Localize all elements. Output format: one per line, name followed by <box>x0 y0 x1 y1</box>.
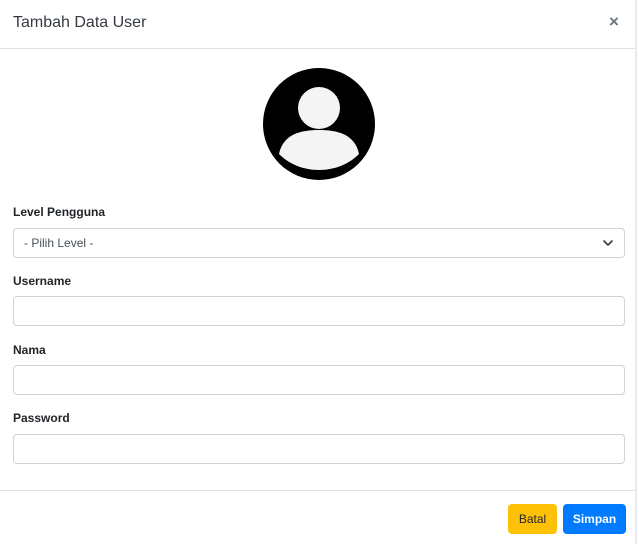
user-avatar-icon <box>263 68 375 180</box>
username-input[interactable] <box>13 296 625 326</box>
username-label: Username <box>13 274 72 288</box>
close-button[interactable]: × <box>604 10 624 34</box>
modal-body: Level Pengguna - Pilih Level - Username … <box>0 49 635 490</box>
modal-footer: Batal Simpan <box>0 490 635 544</box>
add-user-modal: Tambah Data User × Level Pengguna - Pili… <box>0 0 637 544</box>
chevron-down-icon <box>603 240 613 246</box>
nama-input[interactable] <box>13 365 625 395</box>
level-select[interactable]: - Pilih Level - <box>13 228 625 258</box>
level-select-value: - Pilih Level - <box>24 236 94 250</box>
cancel-button[interactable]: Batal <box>508 504 557 534</box>
level-label: Level Pengguna <box>13 205 106 219</box>
password-input[interactable] <box>13 434 625 464</box>
close-icon: × <box>609 12 619 31</box>
nama-label: Nama <box>13 343 46 357</box>
password-label: Password <box>13 411 70 425</box>
save-button[interactable]: Simpan <box>563 504 626 534</box>
modal-title: Tambah Data User <box>13 14 147 31</box>
modal-header: Tambah Data User × <box>0 0 635 49</box>
